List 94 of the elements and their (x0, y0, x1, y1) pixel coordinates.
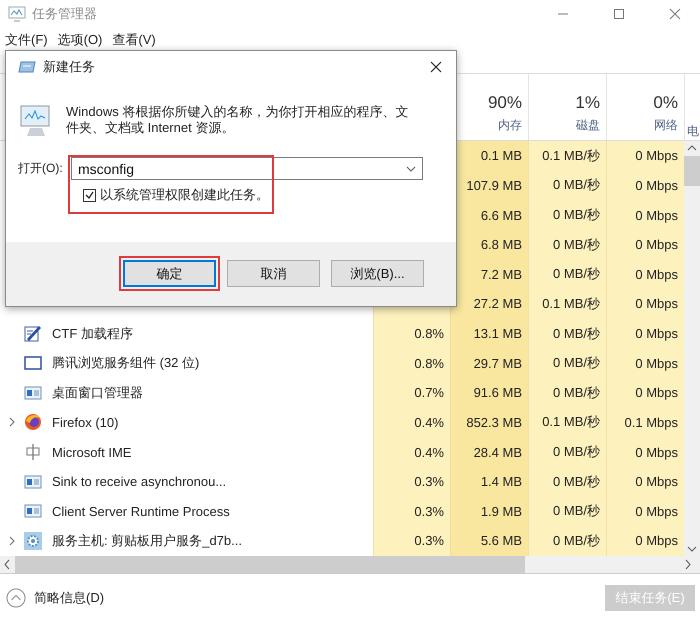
table-cell: 0 MB/秒 (528, 378, 606, 408)
table-cell: 0 Mbps (606, 260, 684, 290)
table-cell: 0.1 MB/秒 (528, 141, 606, 171)
table-cell: 0 MB/秒 (528, 170, 606, 200)
column-header[interactable]: 磁盘 (576, 117, 600, 134)
column-percent: 0% (653, 93, 678, 113)
dialog-button[interactable]: 确定 (123, 260, 216, 287)
table-cell: 0 Mbps (606, 496, 684, 526)
maximize-icon (613, 8, 625, 20)
table-cell: 0.3% (373, 526, 450, 556)
check-icon (85, 191, 94, 199)
collapse-icon (6, 588, 26, 608)
process-name: CTF 加载程序 (52, 324, 133, 343)
table-cell: 0.4% (373, 437, 450, 467)
table-cell: 0 Mbps (606, 230, 684, 260)
table-cell: 0.3% (373, 466, 450, 496)
column-header[interactable]: 内存 (498, 117, 522, 134)
dialog-message: Windows 将根据你所键入的名称，为你打开相应的程序、文件夹、文档或 Internet 资源。 (66, 104, 410, 136)
table-cell: 0.7% (373, 378, 450, 408)
menu-item[interactable]: 查看(V) (110, 31, 164, 49)
dialog-button[interactable]: 取消 (227, 260, 320, 287)
table-cell: 0.4% (373, 408, 450, 438)
process-name: 桌面窗口管理器 (52, 384, 143, 402)
table-cell: 0 MB/秒 (528, 348, 606, 378)
table-cell: 27.2 MB (450, 289, 528, 319)
column-percent: 1% (575, 93, 600, 113)
dropdown-icon[interactable] (406, 166, 416, 172)
fewer-details-button[interactable]: 简略信息(D) (6, 588, 597, 608)
globe-icon (24, 413, 42, 432)
column-header[interactable]: 网络 (654, 117, 678, 134)
table-cell: 0 Mbps (606, 378, 684, 408)
table-cell: 1.4 MB (450, 466, 528, 496)
column-percent: 90% (488, 93, 522, 113)
window-icon (24, 354, 42, 372)
table-cell: 0 MB/秒 (528, 230, 606, 260)
window-icon (24, 472, 42, 491)
monitor-icon (8, 6, 26, 22)
table-cell: 852.3 MB (450, 408, 528, 438)
table-cell: 0 Mbps (606, 141, 684, 171)
process-name: 服务主机: 剪贴板用户服务_d7b... (52, 532, 242, 550)
table-cell: 0 MB/秒 (528, 260, 606, 290)
table-cell: 0.1 MB/秒 (528, 289, 606, 319)
process-name: Microsoft IME (52, 444, 132, 460)
table-cell: 13.1 MB (450, 318, 528, 348)
table-cell: 0 Mbps (606, 318, 684, 348)
gear-icon (24, 532, 42, 550)
table-cell: 0 Mbps (606, 200, 684, 230)
table-cell: 0 MB/秒 (528, 466, 606, 496)
table-cell: 0 Mbps (606, 289, 684, 319)
table-cell: 0.8% (373, 348, 450, 378)
input-method-icon (24, 443, 42, 462)
scrollbar-thumb[interactable] (15, 556, 525, 573)
table-cell: 0 MB/秒 (528, 200, 606, 230)
table-cell: 0 Mbps (606, 437, 684, 467)
pen-icon (24, 324, 42, 343)
table-cell: 0 Mbps (606, 526, 684, 556)
chevron-right-icon[interactable] (9, 536, 15, 546)
table-cell: 0 MB/秒 (528, 318, 606, 348)
chevron-right-icon[interactable] (9, 417, 15, 428)
table-cell: 0 Mbps (606, 466, 684, 496)
table-cell: 0 MB/秒 (528, 526, 606, 556)
open-label: 打开(O): (18, 160, 64, 177)
table-cell: 0 Mbps (606, 348, 684, 378)
process-name: Client Server Runtime Process (52, 504, 230, 519)
table-cell: 1.9 MB (450, 496, 528, 526)
menu-item[interactable]: 文件(F) (3, 31, 56, 49)
table-cell: 0.3% (373, 496, 450, 526)
process-name: Firefox (10) (52, 414, 118, 430)
window-icon (24, 384, 42, 402)
window-icon (24, 502, 42, 520)
close-icon (430, 60, 442, 72)
admin-checkbox[interactable]: 以系统管理权限创建此任务。 (83, 186, 269, 204)
table-cell: 28.4 MB (450, 437, 528, 467)
window-title: 任务管理器 (32, 5, 98, 23)
scrollbar-thumb[interactable] (684, 156, 700, 186)
table-cell: 91.6 MB (450, 378, 528, 408)
table-cell: 0.8% (373, 318, 450, 348)
process-name: 腾讯浏览服务组件 (32 位) (52, 354, 200, 372)
dialog-button[interactable]: 浏览(B)... (331, 260, 424, 287)
dialog-title: 新建任务 (43, 58, 96, 76)
open-field[interactable]: msconfig (78, 160, 406, 176)
table-cell: 0.1 MB/秒 (528, 408, 606, 438)
run-icon (18, 60, 36, 74)
close-icon (669, 8, 681, 20)
menu-item[interactable]: 选项(O) (56, 31, 110, 49)
table-cell: 0 Mbps (606, 170, 684, 200)
table-cell: 0 MB/秒 (528, 437, 606, 467)
process-name: Sink to receive asynchronou... (52, 474, 226, 490)
column-header[interactable]: 电 (687, 123, 699, 140)
table-cell: 5.6 MB (450, 526, 528, 556)
open-combo-box[interactable]: msconfig (71, 157, 423, 180)
table-cell: 0 MB/秒 (528, 496, 606, 526)
table-cell: 29.7 MB (450, 348, 528, 378)
table-cell: 0.1 Mbps (606, 408, 684, 438)
